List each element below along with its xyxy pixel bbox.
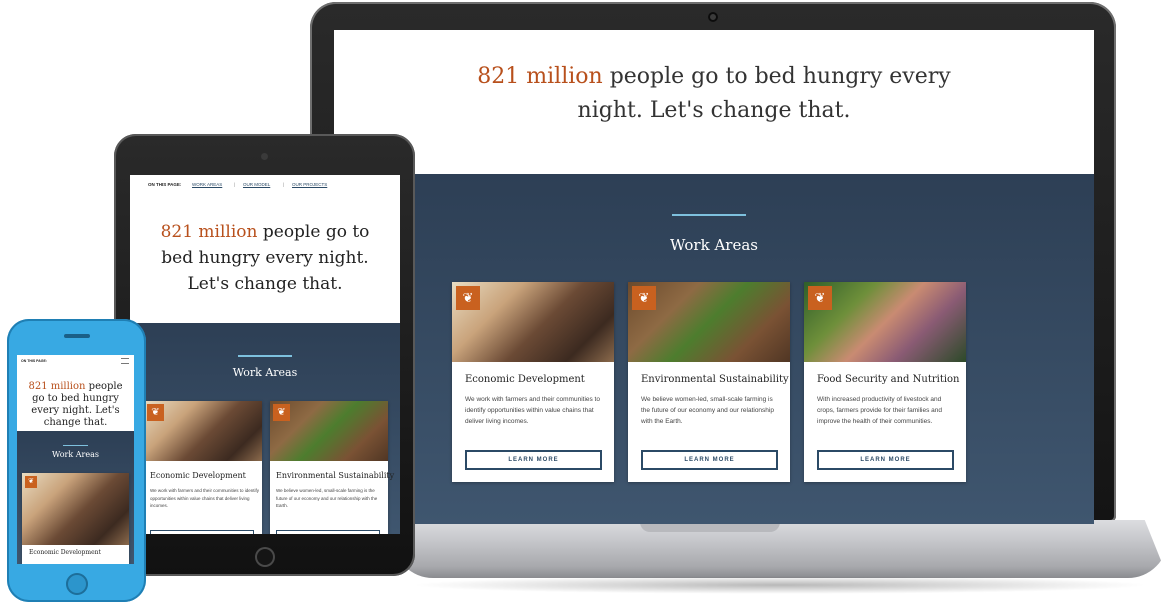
nav-link-our-projects[interactable]: OUR PROJECTS xyxy=(292,182,327,187)
work-areas-section: Work Areas ❦ Economic Development We wor… xyxy=(334,174,1094,524)
headline-accent: 821 million xyxy=(28,381,86,392)
card-description: We work with farmers and their communiti… xyxy=(465,396,600,425)
menu-icon[interactable] xyxy=(121,358,129,364)
wheat-emblem-icon: ❦ xyxy=(147,404,164,421)
wheat-emblem-icon: ❦ xyxy=(456,286,480,310)
learn-more-button[interactable] xyxy=(276,530,380,534)
tablet-camera-icon xyxy=(261,153,268,160)
work-areas-section: Work Areas ❦ Economic Development We wor… xyxy=(130,323,400,534)
tablet-screen: ON THIS PAGE: WORK AREAS | OUR MODEL | O… xyxy=(130,175,400,534)
phone-screen: ON THIS PAGE: 821 million people go to b… xyxy=(17,355,134,564)
card-description: We work with farmers and their communiti… xyxy=(150,488,259,508)
laptop-base xyxy=(393,520,1168,578)
section-title: Work Areas xyxy=(52,450,99,459)
section-divider xyxy=(63,445,88,446)
card-description: With increased productivity of livestock… xyxy=(817,396,942,425)
wheat-emblem-icon: ❦ xyxy=(273,404,290,421)
laptop-shadow xyxy=(410,576,1150,594)
headline-rest: people go to bed hungry every night. Let… xyxy=(577,64,951,123)
section-divider xyxy=(238,355,292,357)
hero-section: 821 million people go to bed hungry ever… xyxy=(334,30,1094,174)
card-title: Economic Development xyxy=(150,471,246,480)
laptop-screen: 821 million people go to bed hungry ever… xyxy=(334,30,1094,524)
section-title: Work Areas xyxy=(670,236,758,254)
hero-headline: 821 million people go to bed hungry ever… xyxy=(21,381,130,429)
nav-separator: | xyxy=(283,182,285,187)
card-title: Environmental Sustainability xyxy=(641,374,789,385)
learn-more-button[interactable]: LEARN MORE xyxy=(817,450,954,470)
wheat-emblem-icon: ❦ xyxy=(808,286,832,310)
tablet-home-button xyxy=(255,547,275,567)
work-area-card: ❦ Environmental Sustainability We believ… xyxy=(628,282,790,482)
headline-accent: 821 million xyxy=(160,222,258,242)
work-area-card: ❦ Environmental Sustainability We believ… xyxy=(270,401,394,534)
work-area-card: ❦ Economic Development xyxy=(22,473,129,564)
learn-more-button[interactable] xyxy=(150,530,254,534)
laptop-camera-icon xyxy=(708,12,718,22)
hero-headline: 821 million people go to bed hungry ever… xyxy=(444,60,984,128)
card-description: We believe women-led, small-scale farmin… xyxy=(641,396,774,425)
learn-more-button[interactable]: LEARN MORE xyxy=(465,450,602,470)
section-title: Work Areas xyxy=(232,366,298,379)
nav-label: ON THIS PAGE: xyxy=(21,359,47,363)
wheat-emblem-icon: ❦ xyxy=(25,476,37,488)
on-this-page-nav: ON THIS PAGE: WORK AREAS | OUR MODEL | O… xyxy=(130,175,400,193)
headline-accent: 821 million xyxy=(477,64,603,89)
nav-link-our-model[interactable]: OUR MODEL xyxy=(243,182,270,187)
card-title: Environmental Sustainability xyxy=(276,471,395,480)
nav-label: ON THIS PAGE: xyxy=(148,182,182,187)
card-title: Economic Development xyxy=(465,374,585,385)
nav-link-work-areas[interactable]: WORK AREAS xyxy=(192,182,222,187)
card-photo xyxy=(22,473,129,545)
nav-separator: | xyxy=(234,182,236,187)
learn-more-button[interactable]: LEARN MORE xyxy=(641,450,778,470)
card-title: Economic Development xyxy=(29,549,101,556)
work-area-card: ❦ Economic Development We work with farm… xyxy=(452,282,614,482)
card-title: Food Security and Nutrition xyxy=(817,374,960,385)
phone-speaker xyxy=(64,334,90,338)
phone-home-button xyxy=(66,573,88,595)
wheat-emblem-icon: ❦ xyxy=(632,286,656,310)
work-areas-section: Work Areas ❦ Economic Development xyxy=(17,431,134,564)
work-area-card: ❦ Economic Development We work with farm… xyxy=(144,401,262,534)
section-divider xyxy=(672,214,746,216)
work-area-card: ❦ Food Security and Nutrition With incre… xyxy=(804,282,966,482)
card-description: We believe women-led, small-scale farmin… xyxy=(276,488,378,508)
hero-headline: 821 million people go to bed hungry ever… xyxy=(150,219,380,297)
